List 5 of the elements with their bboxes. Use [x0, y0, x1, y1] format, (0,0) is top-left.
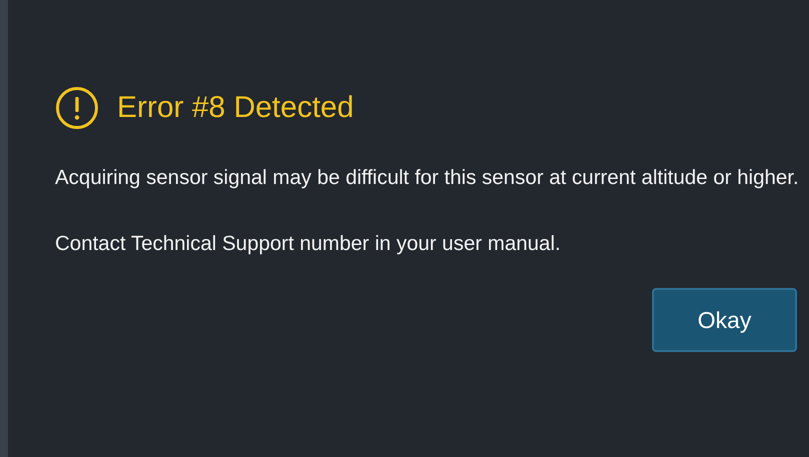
dialog-message: Acquiring sensor signal may be difficult for this sensor at current altitude or higher. — [55, 165, 800, 191]
warning-icon — [55, 86, 99, 130]
dialog-message: Contact Technical Support number in your user manual. — [55, 231, 562, 257]
okay-button[interactable]: Okay — [652, 288, 797, 352]
dialog-title: Error #8 Detected — [117, 91, 354, 125]
